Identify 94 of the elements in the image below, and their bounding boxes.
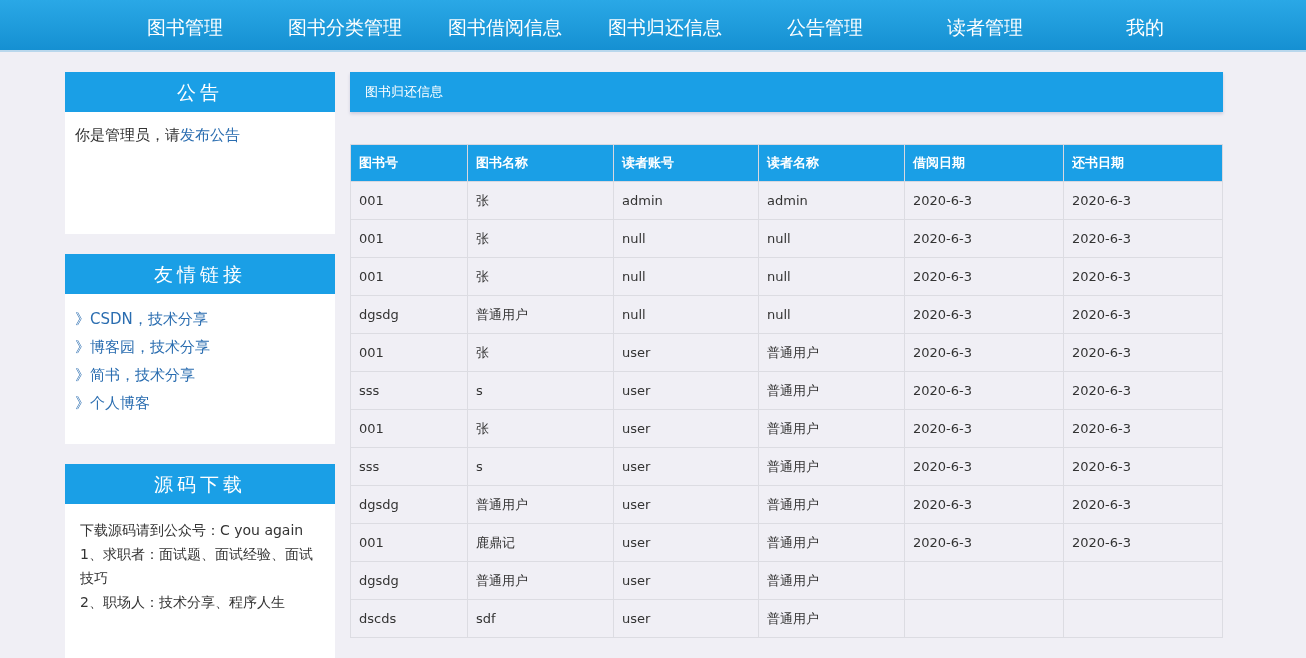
table-cell-text: 2020-6-3 [1072, 497, 1131, 512]
table-cell-text: 2020-6-3 [913, 269, 972, 284]
table-cell-text: 张 [476, 192, 489, 208]
nav-link[interactable]: 我的 [1065, 0, 1225, 50]
card-title: 公告 [65, 72, 335, 112]
download-text: 下载源码请到公众号：C you again [80, 521, 305, 540]
publish-notice-link[interactable]: 发布公告 [180, 126, 240, 144]
friend-link[interactable]: 》博客园，技术分享 [75, 336, 325, 358]
table-cell-text: 普通用户 [476, 572, 528, 588]
table-cell-text: dscds [359, 611, 397, 626]
download-text: 2、职场人：技术分享、程序人生 [80, 593, 286, 612]
table-cell-text: user [622, 345, 651, 360]
table-cell-text: 001 [359, 535, 384, 550]
table-cell-text: 张 [476, 344, 489, 360]
table-cell-text: s [476, 459, 483, 474]
table-cell-text: 2020-6-3 [913, 421, 972, 436]
table-cell-text: user [622, 497, 651, 512]
column-header: 读者名称 [758, 144, 905, 182]
table-cell-text: null [622, 307, 646, 322]
table-cell-text: 001 [359, 269, 384, 284]
table-cell-text: user [622, 383, 651, 398]
table-cell-text: 2020-6-3 [1072, 459, 1131, 474]
table-cell-text: 普通用户 [476, 306, 528, 322]
table-cell-text: user [622, 459, 651, 474]
table-cell-text: 2020-6-3 [913, 193, 972, 208]
table-cell-text: user [622, 611, 651, 626]
table-cell-text: 2020-6-3 [913, 383, 972, 398]
table-cell-text: 2020-6-3 [913, 307, 972, 322]
table-cell-text: 2020-6-3 [1072, 421, 1131, 436]
table-cell-text: 001 [359, 345, 384, 360]
friend-link[interactable]: 》个人博客 [75, 392, 325, 414]
table-cell-text: user [622, 421, 651, 436]
column-header: 还书日期 [1063, 144, 1223, 182]
table-cell-text: 普通用户 [767, 572, 819, 588]
table-cell-text: 2020-6-3 [1072, 193, 1131, 208]
table-cell-text: 普通用户 [767, 610, 819, 626]
table-cell-text: 普通用户 [767, 382, 819, 398]
nav-link[interactable]: 读者管理 [905, 0, 1065, 50]
table-cell-text: 2020-6-3 [913, 345, 972, 360]
card-title: 源码下载 [65, 464, 335, 504]
nav-link[interactable]: 图书管理 [105, 0, 265, 50]
table-cell-text: 2020-6-3 [913, 535, 972, 550]
table-cell-text: admin [767, 193, 808, 208]
table-cell-text: 2020-6-3 [1072, 231, 1131, 246]
notice-text: 你是管理员，请 [75, 126, 180, 144]
table-cell-text: user [622, 573, 651, 588]
table-cell-text: dgsdg [359, 497, 399, 512]
column-header: 图书名称 [467, 144, 614, 182]
table-cell-text: null [622, 269, 646, 284]
nav-link[interactable]: 图书借阅信息 [425, 0, 585, 50]
friend-link[interactable]: 》CSDN，技术分享 [75, 308, 325, 330]
table-cell-text: dgsdg [359, 307, 399, 322]
table-cell-text: 普通用户 [476, 496, 528, 512]
table-cell-text: 2020-6-3 [1072, 383, 1131, 398]
column-header: 借阅日期 [904, 144, 1064, 182]
table-cell-text: 普通用户 [767, 344, 819, 360]
table-cell-text: dgsdg [359, 573, 399, 588]
table-cell-text: s [476, 383, 483, 398]
table-cell-text: null [767, 231, 791, 246]
column-header: 图书号 [350, 144, 468, 182]
table-cell-text: 张 [476, 420, 489, 436]
table-cell-text: admin [622, 193, 663, 208]
table-cell-text: sdf [476, 611, 496, 626]
table-cell-text: sss [359, 459, 380, 474]
table-cell-text: 001 [359, 193, 384, 208]
table-cell-text: 2020-6-3 [1072, 345, 1131, 360]
table-cell-text: 2020-6-3 [913, 459, 972, 474]
panel-header: 图书归还信息 [350, 72, 1223, 112]
download-text: 1、求职者：面试题、面试经验、面试技巧 [80, 545, 314, 588]
table-cell-text: 2020-6-3 [1072, 307, 1131, 322]
nav-link[interactable]: 图书分类管理 [265, 0, 425, 50]
friend-link[interactable]: 》简书，技术分享 [75, 364, 325, 386]
table-cell-text: user [622, 535, 651, 550]
table-cell-text: 001 [359, 421, 384, 436]
table-cell-text: 2020-6-3 [1072, 535, 1131, 550]
table-cell-text: null [622, 231, 646, 246]
nav-link[interactable]: 公告管理 [745, 0, 905, 50]
table-cell-text: sss [359, 383, 380, 398]
table-cell-text: null [767, 307, 791, 322]
table-cell-text: null [767, 269, 791, 284]
table-cell-text: 普通用户 [767, 496, 819, 512]
nav-link[interactable]: 图书归还信息 [585, 0, 745, 50]
table-cell-text: 普通用户 [767, 420, 819, 436]
table-cell-text: 普通用户 [767, 534, 819, 550]
table-cell-text: 001 [359, 231, 384, 246]
card-title: 友情链接 [65, 254, 335, 294]
table-cell-text: 2020-6-3 [913, 497, 972, 512]
table-cell-text: 张 [476, 230, 489, 246]
table-cell-text: 2020-6-3 [1072, 269, 1131, 284]
table-cell-text: 2020-6-3 [913, 231, 972, 246]
column-header: 读者账号 [613, 144, 759, 182]
table-cell-text: 普通用户 [767, 458, 819, 474]
table-cell-text: 鹿鼎记 [476, 534, 515, 550]
table-cell-text: 张 [476, 268, 489, 284]
